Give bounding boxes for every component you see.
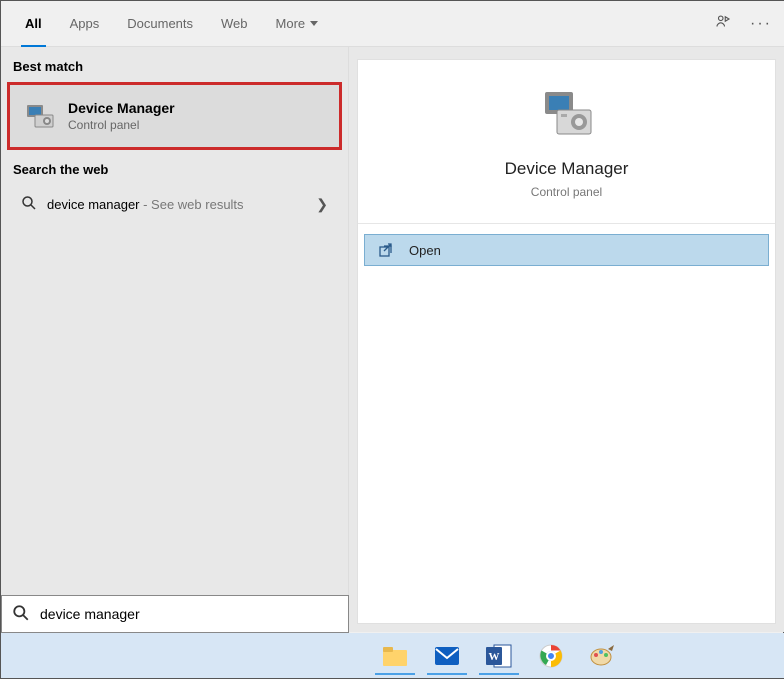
tab-web[interactable]: Web xyxy=(207,1,262,47)
open-action[interactable]: Open xyxy=(364,234,769,266)
web-search-result[interactable]: device manager - See web results ❯ xyxy=(7,185,342,224)
more-options-icon[interactable]: ··· xyxy=(750,15,772,33)
results-column: Best match Device Manager Control panel … xyxy=(1,47,349,632)
taskbar-chrome[interactable] xyxy=(527,636,575,676)
taskbar-word[interactable]: W xyxy=(475,636,523,676)
web-result-suffix: - See web results xyxy=(140,197,244,212)
taskbar-mail[interactable] xyxy=(423,636,471,676)
open-label: Open xyxy=(409,243,441,258)
search-input[interactable] xyxy=(40,606,338,622)
windows-search-panel: All Apps Documents Web More ··· Best mat… xyxy=(1,1,784,632)
best-match-subtitle: Control panel xyxy=(68,118,175,132)
search-box[interactable] xyxy=(1,595,349,633)
tab-more[interactable]: More xyxy=(262,1,333,47)
svg-text:W: W xyxy=(489,651,500,663)
search-icon xyxy=(12,604,30,625)
best-match-section-label: Best match xyxy=(1,47,348,82)
taskbar-file-explorer[interactable] xyxy=(371,636,419,676)
tab-more-label: More xyxy=(276,16,306,31)
tab-all[interactable]: All xyxy=(11,1,56,47)
search-web-section-label: Search the web xyxy=(1,150,348,185)
search-icon xyxy=(21,195,37,214)
search-tabs: All Apps Documents Web More ··· xyxy=(1,1,784,47)
taskbar-paint[interactable] xyxy=(579,636,627,676)
taskbar: W xyxy=(1,633,784,678)
chevron-down-icon xyxy=(310,21,318,26)
chevron-right-icon: ❯ xyxy=(316,196,328,213)
tab-documents[interactable]: Documents xyxy=(113,1,207,47)
feedback-icon[interactable] xyxy=(714,13,732,34)
best-match-result[interactable]: Device Manager Control panel xyxy=(7,82,342,150)
preview-pane: Device Manager Control panel Open xyxy=(357,59,776,624)
preview-title: Device Manager xyxy=(505,159,629,179)
best-match-title: Device Manager xyxy=(68,100,175,116)
device-manager-icon xyxy=(539,88,595,141)
device-manager-icon xyxy=(24,102,56,130)
header-right-controls: ··· xyxy=(714,13,772,34)
web-result-query: device manager xyxy=(47,197,140,212)
tab-apps[interactable]: Apps xyxy=(56,1,114,47)
open-icon xyxy=(379,243,395,257)
preview-subtitle: Control panel xyxy=(531,185,602,199)
